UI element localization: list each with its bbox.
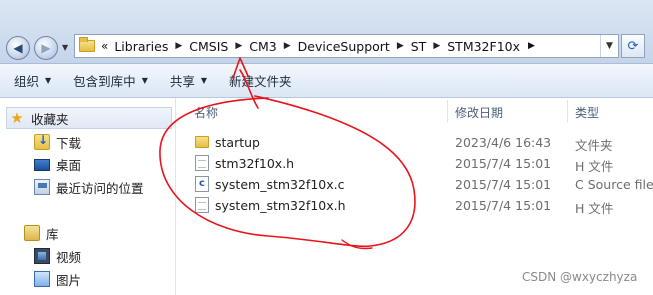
address-dropdown-button[interactable]: ▼: [600, 35, 618, 57]
forward-button[interactable]: ▶: [34, 36, 58, 60]
organize-menu[interactable]: 组织 ▼: [14, 71, 51, 90]
sidebar-item-desktop[interactable]: 桌面: [34, 153, 81, 175]
sidebar-item-recent-places[interactable]: 最近访问的位置: [34, 176, 144, 198]
include-in-library-menu[interactable]: 包含到库中 ▼: [73, 71, 148, 90]
include-in-library-label: 包含到库中: [73, 74, 136, 89]
crumb-cmsis[interactable]: CMSIS: [189, 39, 228, 54]
new-folder-label: 新建文件夹: [229, 74, 292, 89]
file-type: H 文件: [575, 201, 614, 216]
column-divider[interactable]: [447, 100, 448, 122]
back-arrow-icon: ◀: [13, 41, 23, 55]
sidebar-item-favorites[interactable]: ★ 收藏夹: [6, 107, 172, 129]
chevron-down-icon: ▼: [141, 76, 148, 85]
crumb-separator-icon[interactable]: ▶: [284, 41, 291, 51]
command-bar: 组织 ▼ 包含到库中 ▼ 共享 ▼ 新建文件夹: [0, 64, 653, 98]
file-row-stm32f10x-h[interactable]: stm32f10x.h: [195, 153, 294, 173]
file-date: 2015/7/4 15:01: [455, 156, 552, 171]
header-file-icon: [195, 197, 209, 213]
crumb-stm32f10x[interactable]: STM32F10x: [447, 39, 520, 54]
crumb-separator-icon[interactable]: ▶: [235, 41, 242, 51]
forward-arrow-icon: ▶: [41, 41, 51, 55]
file-row-system-stm32f10x-c[interactable]: system_stm32f10x.c: [195, 174, 345, 194]
column-header-name[interactable]: 名称: [194, 104, 218, 121]
recent-pages-dropdown[interactable]: ▼: [62, 43, 68, 52]
folder-icon: [79, 37, 95, 52]
sidebar-item-label: 视频: [56, 249, 82, 265]
crumb-libraries[interactable]: Libraries: [114, 39, 168, 54]
folder-icon: [195, 136, 209, 148]
refresh-icon: ⟳: [627, 38, 639, 54]
file-name: stm32f10x.h: [215, 155, 295, 171]
file-name: system_stm32f10x.c: [215, 176, 345, 192]
crumb-separator-icon[interactable]: ▶: [528, 41, 535, 51]
sidebar-item-label: 下载: [56, 135, 82, 151]
watermark: CSDN @wxyczhyza: [522, 270, 638, 284]
file-date: 2015/7/4 15:01: [455, 198, 552, 213]
sidebar-item-videos[interactable]: 视频: [34, 245, 81, 267]
file-row-startup[interactable]: startup: [195, 132, 260, 152]
star-icon: ★: [10, 109, 24, 127]
video-library-icon: [34, 248, 50, 264]
sidebar-item-pictures[interactable]: 图片: [34, 268, 81, 290]
chevron-down-icon: ▼: [45, 76, 52, 85]
column-header-date[interactable]: 修改日期: [455, 104, 503, 121]
breadcrumb[interactable]: « Libraries ▶ CMSIS ▶ CM3 ▶ DeviceSuppor…: [74, 34, 619, 58]
crumb-separator-icon[interactable]: ▶: [433, 41, 440, 51]
crumb-cm3[interactable]: CM3: [249, 39, 276, 54]
crumb-st[interactable]: ST: [411, 39, 427, 54]
file-type: H 文件: [575, 159, 614, 174]
sidebar-item-libraries[interactable]: 库: [24, 222, 59, 244]
sidebar-item-label: 桌面: [56, 157, 82, 173]
header-file-icon: [195, 155, 209, 171]
picture-library-icon: [34, 271, 50, 287]
sidebar-item-label: 最近访问的位置: [56, 180, 144, 196]
chevron-down-icon: ▼: [200, 76, 208, 85]
file-row-system-stm32f10x-h[interactable]: system_stm32f10x.h: [195, 195, 346, 215]
file-type: 文件夹: [575, 138, 613, 153]
breadcrumb-path: « Libraries ▶ CMSIS ▶ CM3 ▶ DeviceSuppor…: [101, 39, 535, 54]
recent-places-icon: [34, 179, 50, 195]
back-button[interactable]: ◀: [6, 36, 30, 60]
share-menu[interactable]: 共享 ▼: [170, 71, 207, 90]
crumb-separator-icon[interactable]: ▶: [175, 41, 182, 51]
file-list: 名称 修改日期 类型 startup 2023/4/6 16:43 文件夹 st…: [177, 98, 653, 295]
crumb-devicesupport[interactable]: DeviceSupport: [298, 39, 390, 54]
crumb-separator-icon[interactable]: ▶: [397, 41, 404, 51]
sidebar-item-downloads[interactable]: 下载: [34, 131, 81, 153]
share-label: 共享: [169, 74, 195, 89]
chevron-down-icon: ▼: [606, 41, 613, 51]
downloads-folder-icon: [34, 133, 50, 150]
refresh-button[interactable]: ⟳: [621, 34, 645, 58]
column-header-type[interactable]: 类型: [575, 104, 599, 121]
file-type: C Source file: [575, 177, 653, 192]
c-source-file-icon: [195, 176, 209, 192]
file-date: 2015/7/4 15:01: [455, 177, 552, 192]
file-name: system_stm32f10x.h: [215, 197, 346, 213]
navigation-pane: ★ 收藏夹 下载 桌面 最近访问的位置 库 视频 图片: [0, 98, 176, 295]
sidebar-item-label: 收藏夹: [31, 111, 69, 127]
file-name: startup: [215, 134, 260, 150]
breadcrumb-overflow[interactable]: «: [101, 39, 108, 53]
file-date: 2023/4/6 16:43: [455, 135, 552, 150]
desktop-icon: [34, 159, 50, 171]
sidebar-item-label: 图片: [56, 272, 82, 288]
column-divider[interactable]: [567, 100, 568, 122]
organize-label: 组织: [14, 74, 40, 89]
sidebar-item-label: 库: [46, 226, 59, 242]
library-icon: [24, 225, 40, 241]
address-bar-region: ◀ ▶ ▼ « Libraries ▶ CMSIS ▶ CM3 ▶ Device…: [0, 0, 653, 64]
new-folder-button[interactable]: 新建文件夹: [229, 71, 292, 90]
